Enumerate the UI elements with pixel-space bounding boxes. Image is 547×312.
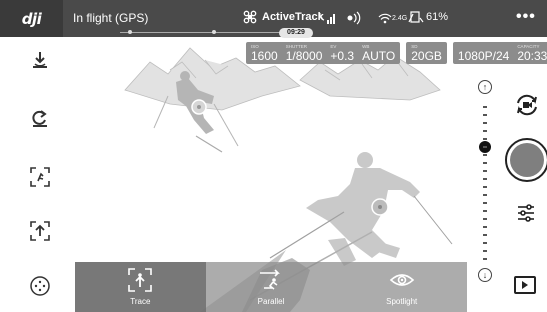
param-ev: EV +0.3 — [330, 44, 355, 63]
quickshot-button[interactable] — [27, 164, 53, 190]
exposure-tick — [483, 146, 487, 148]
video-signal-indicator — [346, 10, 364, 26]
exposure-slider[interactable]: ↑ ↓ — [478, 80, 492, 282]
wifi-band: 2.4G — [392, 14, 408, 22]
exposure-tick — [483, 258, 487, 260]
flight-status: In flight (GPS) — [73, 11, 149, 25]
exposure-params[interactable]: ISO 1600 SHUTTER 1/8000 EV +0.3 WB AUTO — [246, 42, 401, 64]
exposure-tick — [483, 122, 487, 124]
param-capacity: CAPACITY 20:33 — [517, 44, 547, 63]
mode-spotlight[interactable]: Spotlight — [336, 262, 467, 312]
battery-icon — [408, 11, 424, 23]
exposure-tick — [483, 186, 487, 188]
wifi-icon — [378, 13, 392, 24]
track-mode-menu: Trace Parallel Spotlight — [75, 262, 467, 312]
storage-params[interactable]: SD 20GB — [406, 42, 447, 64]
exposure-tick — [483, 194, 487, 196]
battery-percent: 61% — [426, 11, 449, 23]
param-wb: WB AUTO — [362, 44, 396, 63]
more-menu-button[interactable]: ••• — [516, 8, 536, 26]
video-signal-icon — [347, 11, 361, 25]
activetrack-button[interactable] — [27, 218, 53, 244]
intelligent-mode-indicator[interactable]: ActiveTrack — [243, 10, 324, 24]
remote-signal-indicator — [318, 10, 338, 26]
return-home-icon — [32, 110, 47, 127]
camera-settings-button[interactable] — [516, 203, 536, 223]
top-status-bar: dji In flight (GPS) ActiveTrack 2.4G 61%… — [0, 0, 547, 38]
landing-button[interactable] — [27, 48, 53, 74]
exposure-tick — [483, 202, 487, 204]
track-person-icon — [30, 221, 50, 241]
trace-icon — [128, 268, 153, 292]
video-params[interactable]: 1080P/24 CAPACITY 20:33 — [452, 42, 547, 64]
exposure-tick — [483, 242, 487, 244]
param-storage: SD 20GB — [411, 44, 442, 63]
exposure-tick — [483, 154, 487, 156]
drone-icon — [243, 10, 257, 24]
exposure-tick — [483, 178, 487, 180]
exposure-tick — [483, 234, 487, 236]
exposure-tick — [483, 162, 487, 164]
landing-icon — [33, 52, 47, 68]
shutter-button[interactable] — [505, 138, 547, 182]
exposure-up-icon[interactable]: ↑ — [478, 80, 492, 94]
param-resolution: 1080P/24 — [457, 49, 510, 63]
battery-indicator[interactable]: 61% — [408, 10, 448, 24]
mode-parallel-label: Parallel — [257, 297, 285, 306]
return-to-home-button[interactable] — [27, 106, 53, 132]
mode-name: ActiveTrack — [262, 11, 324, 23]
exposure-tick — [483, 170, 487, 172]
quickshot-icon — [30, 167, 50, 187]
wifi-indicator: 2.4G — [378, 10, 407, 26]
recording-time: 09:29 — [279, 28, 313, 38]
exposure-tick — [483, 250, 487, 252]
exposure-tick — [483, 218, 487, 220]
exposure-tick — [483, 226, 487, 228]
exposure-down-icon[interactable]: ↓ — [478, 268, 492, 282]
param-shutter: SHUTTER 1/8000 — [285, 44, 323, 63]
mode-spotlight-label: Spotlight — [386, 297, 418, 306]
exposure-tick — [483, 210, 487, 212]
camera-parameters-strip[interactable]: ISO 1600 SHUTTER 1/8000 EV +0.3 WB AUTO SD 20… — [246, 42, 547, 64]
exposure-tick — [483, 114, 487, 116]
navigation-dots-icon — [30, 276, 50, 296]
menu-button[interactable] — [27, 273, 53, 299]
playback-button[interactable] — [514, 276, 536, 294]
mode-trace-label: Trace — [130, 297, 151, 306]
param-iso: ISO 1600 — [251, 44, 278, 63]
exposure-tick — [483, 106, 487, 108]
exposure-tick — [483, 130, 487, 132]
eye-icon — [389, 274, 414, 286]
mode-parallel[interactable]: Parallel — [206, 262, 337, 312]
brand-logo-text: dji — [21, 9, 42, 28]
parallel-icon — [260, 269, 280, 290]
switch-camera-mode-button[interactable] — [514, 92, 540, 118]
dji-logo[interactable]: dji — [0, 0, 63, 37]
remote-signal-icon — [319, 12, 335, 24]
exposure-tick — [483, 138, 487, 140]
mode-trace[interactable]: Trace — [75, 262, 206, 312]
